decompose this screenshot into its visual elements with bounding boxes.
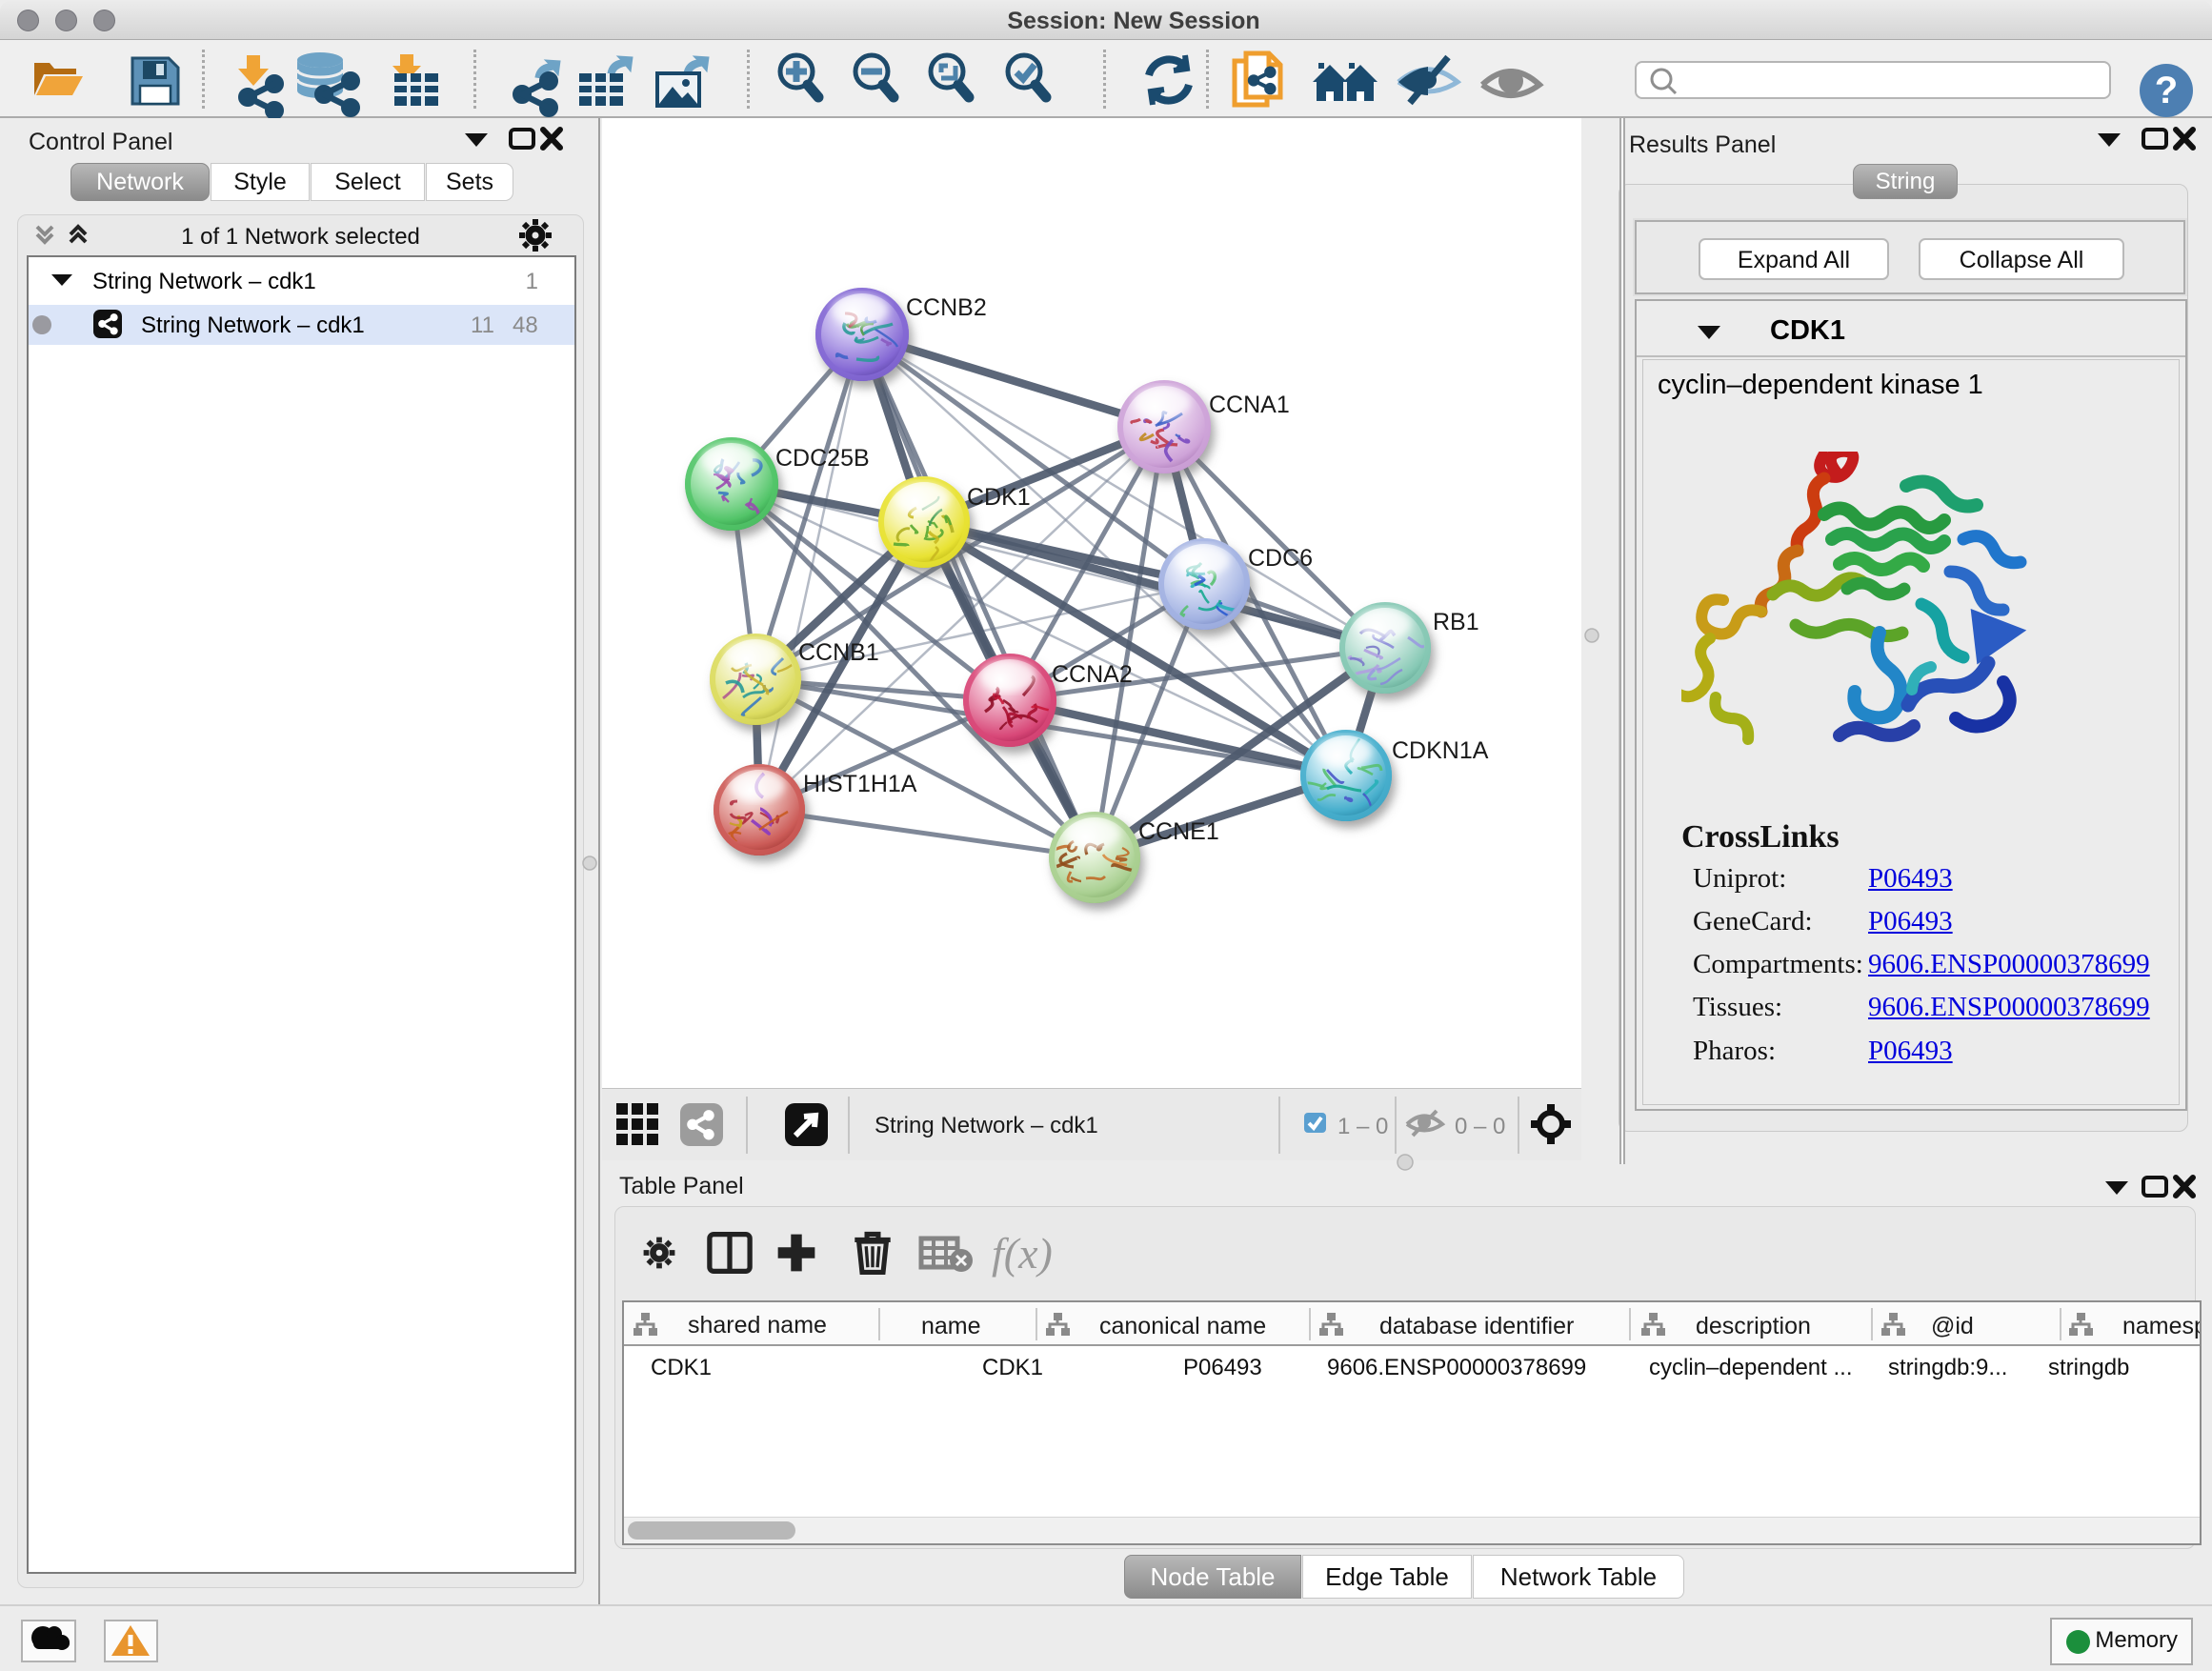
- svg-text:@id: @id: [1931, 1313, 1974, 1339]
- svg-text:HIST1H1A: HIST1H1A: [803, 771, 917, 797]
- svg-text:CDC25B: CDC25B: [775, 445, 870, 472]
- svg-text:canonical name: canonical name: [1099, 1313, 1266, 1339]
- svg-text:CDK1: CDK1: [967, 484, 1031, 511]
- svg-text:name: name: [921, 1313, 981, 1339]
- svg-text:CDKN1A: CDKN1A: [1392, 737, 1489, 764]
- svg-text:f(x): f(x): [992, 1229, 1053, 1278]
- svg-text:namespace: namespace: [2122, 1313, 2200, 1339]
- svg-text:CCNA2: CCNA2: [1052, 661, 1133, 688]
- svg-text:CDC6: CDC6: [1248, 545, 1313, 572]
- svg-text:database identifier: database identifier: [1379, 1313, 1574, 1339]
- svg-text:CCNE1: CCNE1: [1138, 818, 1219, 845]
- svg-text:CCNB2: CCNB2: [906, 294, 987, 321]
- svg-text:description: description: [1696, 1313, 1811, 1339]
- svg-text:shared name: shared name: [688, 1312, 827, 1339]
- svg-text:RB1: RB1: [1433, 609, 1479, 635]
- svg-text:CCNB1: CCNB1: [798, 639, 879, 666]
- svg-text:CCNA1: CCNA1: [1209, 392, 1290, 418]
